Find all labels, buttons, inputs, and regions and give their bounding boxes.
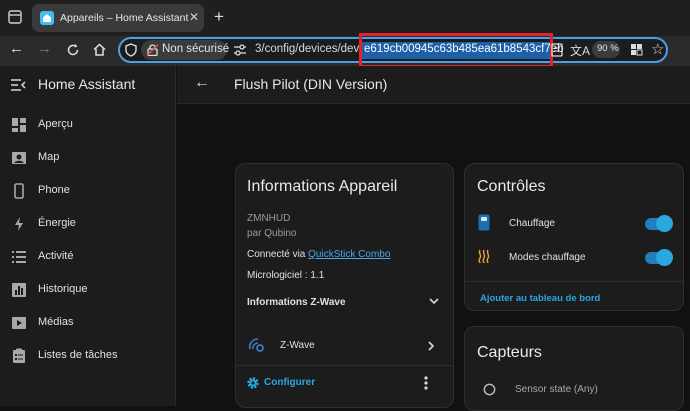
- tab-list-icon[interactable]: [8, 10, 22, 24]
- dashboard-icon: [11, 117, 27, 133]
- sidebar-item-phone[interactable]: Phone: [0, 177, 176, 205]
- firmware-version: Micrologiciel : 1.1: [247, 270, 325, 281]
- chevron-down-icon: [429, 298, 439, 305]
- menu-toggle-icon[interactable]: [10, 78, 26, 92]
- home-assistant-favicon-icon: [40, 11, 54, 25]
- circle-outline-icon: [483, 383, 496, 396]
- integration-label: Z-Wave: [280, 340, 315, 351]
- connected-via-prefix: Connecté via: [247, 249, 309, 260]
- device-info-card: Informations Appareil ZMNHUD par Qubino …: [235, 163, 454, 408]
- phone-icon: [11, 183, 27, 199]
- device-manufacturer: par Qubino: [247, 228, 297, 239]
- sidebar-item-historique[interactable]: Historique: [0, 276, 176, 304]
- toggle-knob: [656, 215, 673, 232]
- energy-icon: [11, 216, 27, 232]
- sensors-card: Capteurs Sensor state (Any): [464, 326, 684, 411]
- bookmark-star-icon[interactable]: ☆: [651, 40, 664, 58]
- chauffage-toggle[interactable]: [645, 215, 673, 232]
- control-row-chauffage[interactable]: Chauffage: [465, 210, 683, 236]
- connected-via: Connecté via QuickStick Combo: [247, 249, 390, 260]
- more-options-icon[interactable]: [424, 376, 428, 390]
- card-divider: [236, 365, 453, 366]
- configure-button[interactable]: Configurer: [244, 373, 324, 393]
- thermostat-icon: [478, 214, 490, 231]
- add-to-dashboard-button[interactable]: Ajouter au tableau de bord: [480, 293, 600, 304]
- sidebar-item-label: Listes de tâches: [38, 349, 118, 361]
- highlight-annotation: [359, 33, 553, 68]
- sidebar-item-label: Médias: [38, 316, 74, 328]
- forward-button[interactable]: →: [37, 40, 52, 57]
- activity-icon: [11, 249, 27, 265]
- new-tab-button[interactable]: +: [214, 7, 224, 27]
- tab-close-icon[interactable]: ✕: [189, 10, 199, 24]
- map-icon: [11, 150, 27, 166]
- sidebar-item-label: Activité: [38, 250, 74, 262]
- page-title: Flush Pilot (DIN Version): [234, 76, 388, 92]
- chevron-right-icon: [428, 341, 435, 351]
- reload-icon[interactable]: [66, 43, 80, 57]
- card-divider: [465, 281, 683, 282]
- heat-waves-icon: [477, 249, 491, 264]
- sidebar-title: Home Assistant: [38, 76, 136, 92]
- sidebar-item-energie[interactable]: Énergie: [0, 210, 176, 238]
- tasks-icon: [11, 348, 27, 364]
- tab-title: Appareils – Home Assistant: [60, 12, 189, 24]
- zwave-info-expander[interactable]: Informations Z-Wave: [236, 289, 453, 313]
- sidebar-item-activite[interactable]: Activité: [0, 243, 176, 271]
- sidebar-item-medias[interactable]: Médias: [0, 309, 176, 337]
- device-model: ZMNHUD: [247, 213, 291, 224]
- zoom-level: 90 %: [597, 43, 619, 54]
- gear-icon: [246, 376, 260, 390]
- insecure-lock-icon: [147, 44, 158, 56]
- shield-icon[interactable]: [125, 43, 137, 57]
- history-icon: [11, 282, 27, 298]
- sensor-row[interactable]: Sensor state (Any): [465, 378, 683, 402]
- security-label: Non sécurisé: [162, 43, 230, 55]
- sidebar-item-label: Aperçu: [38, 118, 73, 130]
- zwave-info-label: Informations Z-Wave: [247, 297, 346, 308]
- home-icon[interactable]: [92, 42, 107, 57]
- sidebar-item-label: Énergie: [38, 217, 76, 229]
- sidebar-item-label: Historique: [38, 283, 88, 295]
- control-label: Chauffage: [509, 218, 555, 229]
- modes-chauffage-toggle[interactable]: [645, 249, 673, 266]
- site-permissions-icon[interactable]: [233, 43, 247, 57]
- extensions-icon[interactable]: [630, 43, 643, 56]
- zwave-logo-icon: [247, 336, 267, 354]
- browser-tab-bar: Appareils – Home Assistant ✕ +: [0, 0, 690, 36]
- control-row-modes-chauffage[interactable]: Modes chauffage: [465, 244, 683, 270]
- back-button[interactable]: ←: [9, 40, 24, 57]
- zoom-chip[interactable]: 90 %: [592, 41, 620, 58]
- card-title: Capteurs: [477, 344, 542, 361]
- media-icon: [11, 315, 27, 331]
- translate-icon[interactable]: 文A: [570, 42, 590, 59]
- connected-via-link[interactable]: QuickStick Combo: [308, 249, 390, 260]
- page-header: ← Flush Pilot (DIN Version): [177, 66, 690, 104]
- zwave-integration-row[interactable]: Z-Wave: [236, 332, 453, 360]
- browser-tab[interactable]: Appareils – Home Assistant ✕: [32, 4, 204, 32]
- sidebar-item-apercu[interactable]: Aperçu: [0, 111, 176, 139]
- sidebar: Home Assistant Aperçu Map Phone Énergie …: [0, 66, 176, 406]
- sidebar-item-label: Phone: [38, 184, 70, 196]
- card-title: Informations Appareil: [247, 178, 398, 195]
- controls-card: Contrôles Chauffage Modes chauffage Ajou…: [464, 163, 684, 311]
- configure-label: Configurer: [264, 377, 316, 388]
- control-label: Modes chauffage: [509, 252, 586, 263]
- back-arrow-icon[interactable]: ←: [194, 74, 210, 92]
- card-title: Contrôles: [477, 178, 546, 195]
- sensor-label: Sensor state (Any): [515, 384, 598, 395]
- reader-view-icon[interactable]: [551, 43, 563, 57]
- sidebar-item-label: Map: [38, 151, 60, 163]
- toggle-knob: [656, 249, 673, 266]
- security-chip[interactable]: Non sécurisé: [141, 40, 230, 60]
- sidebar-item-taches[interactable]: Listes de tâches: [0, 342, 176, 370]
- sidebar-item-map[interactable]: Map: [0, 144, 176, 172]
